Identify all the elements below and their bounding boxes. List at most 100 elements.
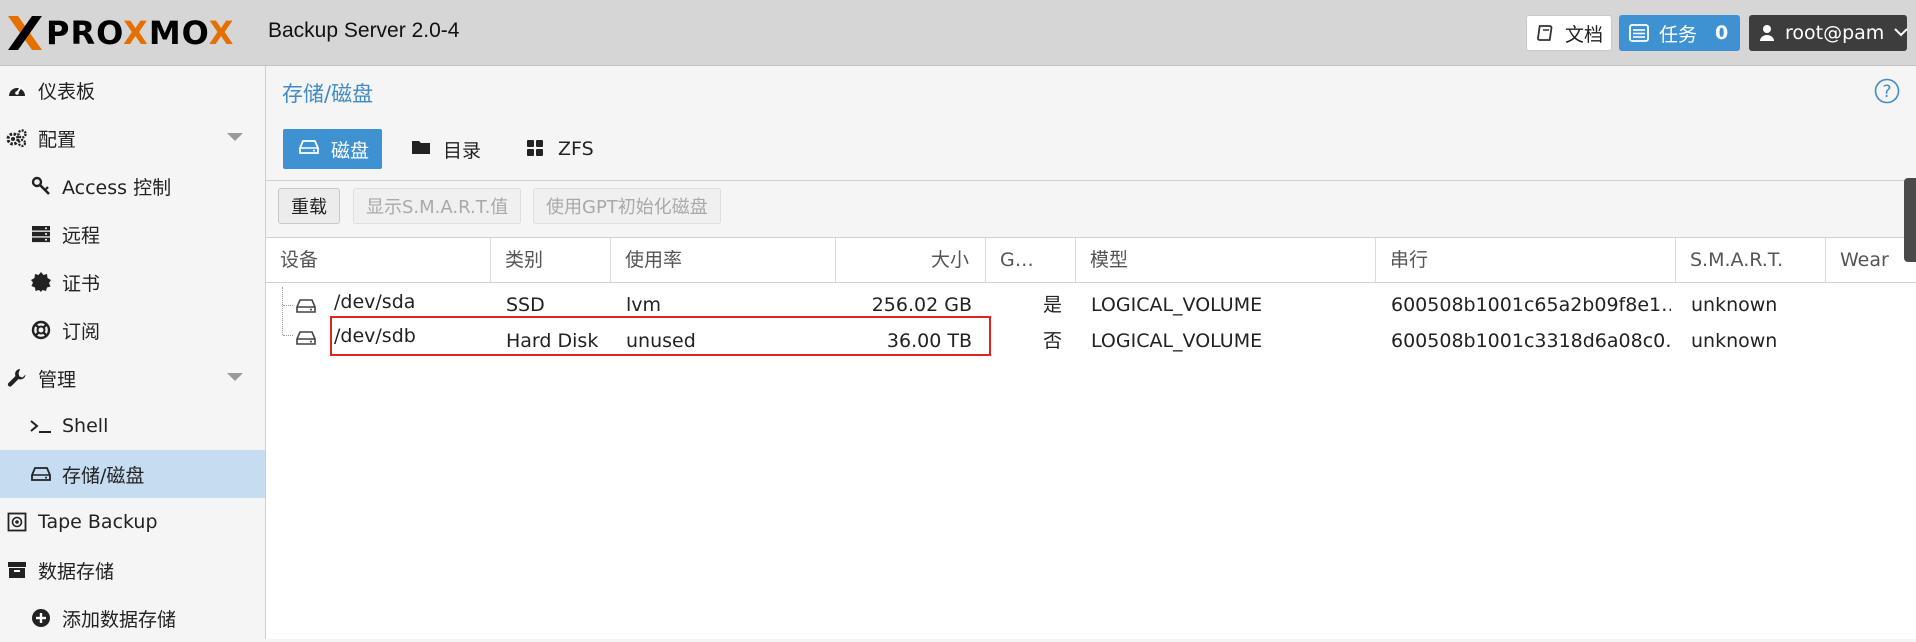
column-header-type[interactable]: 类别 xyxy=(491,238,611,282)
cell-device: /dev/sda xyxy=(334,291,416,313)
expand-arrow-icon[interactable] xyxy=(227,373,243,381)
product-version: Backup Server 2.0-4 xyxy=(268,19,460,42)
wrench-icon xyxy=(6,367,28,389)
column-header-usage[interactable]: 使用率 xyxy=(611,238,836,282)
sidebar-item-label: Access 控制 xyxy=(62,176,172,199)
column-header-size[interactable]: 大小 xyxy=(836,238,986,282)
dashboard-icon xyxy=(6,79,28,101)
top-bar: PROXMOX Backup Server 2.0-4 文档 任务 0 root… xyxy=(0,0,1916,66)
tape-icon xyxy=(6,511,28,533)
tasks-button[interactable]: 任务 0 xyxy=(1619,15,1740,51)
svg-text:?: ? xyxy=(1882,82,1891,102)
lifebuoy-icon xyxy=(30,319,52,341)
expand-arrow-icon[interactable] xyxy=(227,133,243,141)
sidebar-item-datastore[interactable]: 数据存储 xyxy=(0,546,265,594)
sidebar-item-tape-backup[interactable]: Tape Backup xyxy=(0,498,265,546)
toolbar: 重载 显示S.M.A.R.T.值 使用GPT初始化磁盘 xyxy=(266,181,1916,238)
sidebar-item-label: 仪表板 xyxy=(38,80,96,103)
folder-icon xyxy=(411,139,431,159)
cell-size: 256.02 GB xyxy=(871,294,972,316)
sidebar-item-administration[interactable]: 管理 xyxy=(0,354,265,402)
tab-directory[interactable]: 目录 xyxy=(399,129,499,169)
tree-connector xyxy=(283,305,293,306)
tree-connector xyxy=(283,335,293,336)
table-row[interactable]: /dev/sda SSD lvm 256.02 GB 是 LOGICAL_VOL… xyxy=(266,287,1916,323)
tasks-count-badge: 0 xyxy=(1715,22,1729,44)
cell-smart: unknown xyxy=(1691,294,1778,316)
show-smart-button[interactable]: 显示S.M.A.R.T.值 xyxy=(353,188,522,224)
hdd-icon xyxy=(296,329,316,351)
cell-model: LOGICAL_VOLUME xyxy=(1091,330,1263,352)
key-icon xyxy=(30,175,52,197)
cell-serial: 600508b1001c65a2b09f8e1… xyxy=(1391,294,1671,316)
disk-grid-body: /dev/sda SSD lvm 256.02 GB 是 LOGICAL_VOL… xyxy=(266,283,1916,639)
cell-usage: lvm xyxy=(626,294,662,316)
sidebar-item-remotes[interactable]: 远程 xyxy=(0,210,265,258)
side-scroll-handle[interactable] xyxy=(1904,178,1916,262)
docs-button[interactable]: 文档 xyxy=(1526,15,1612,51)
tasks-label: 任务 xyxy=(1659,23,1698,46)
hdd-icon xyxy=(296,297,316,319)
sidebar-item-dashboard[interactable]: 仪表板 xyxy=(0,66,265,114)
tab-label: 磁盘 xyxy=(331,139,370,162)
sidebar-item-label: 数据存储 xyxy=(38,560,115,583)
terminal-icon xyxy=(30,415,52,437)
sidebar-item-label: 配置 xyxy=(38,128,77,151)
main-panel: 存储/磁盘 ? 磁盘 目录 ZFS 重载 显示S.M.A.R.T.值 使用GPT… xyxy=(266,66,1916,639)
tab-label: 目录 xyxy=(443,139,482,162)
sidebar-item-storage-disks[interactable]: 存储/磁盘 xyxy=(0,450,265,498)
sidebar-item-label: 添加数据存储 xyxy=(62,608,177,631)
sidebar-item-label: 证书 xyxy=(62,272,101,295)
page-title: 存储/磁盘 xyxy=(282,82,374,106)
disk-grid-header: 设备 类别 使用率 大小 G… 模型 串行 S.M.A.R.T. Wear xyxy=(266,238,1916,283)
hdd-icon xyxy=(30,463,52,485)
navigation-sidebar: 仪表板 配置 Access 控制 远程 证书 订阅 管理 Shell 存储/磁盘… xyxy=(0,66,266,639)
sidebar-item-label: 管理 xyxy=(38,368,77,391)
cell-model: LOGICAL_VOLUME xyxy=(1091,294,1263,316)
help-icon[interactable]: ? xyxy=(1874,78,1900,104)
column-header-model[interactable]: 模型 xyxy=(1076,238,1376,282)
server-icon xyxy=(30,223,52,245)
sidebar-item-add-datastore[interactable]: 添加数据存储 xyxy=(0,594,265,642)
plus-circle-icon xyxy=(30,607,52,629)
sidebar-item-certificates[interactable]: 证书 xyxy=(0,258,265,306)
column-header-gpt[interactable]: G… xyxy=(986,238,1076,282)
user-icon xyxy=(1759,24,1775,42)
gears-icon xyxy=(6,127,28,149)
cell-gpt: 否 xyxy=(1042,330,1062,352)
sidebar-item-configuration[interactable]: 配置 xyxy=(0,114,265,162)
table-row[interactable]: /dev/sdb Hard Disk unused 36.00 TB 否 LOG… xyxy=(266,323,1916,359)
certificate-icon xyxy=(30,271,52,293)
sidebar-item-label: 远程 xyxy=(62,224,101,247)
tab-bar: 磁盘 目录 ZFS xyxy=(266,118,1916,181)
cell-smart: unknown xyxy=(1691,330,1778,352)
column-header-device[interactable]: 设备 xyxy=(266,238,491,282)
th-large-icon xyxy=(526,139,546,159)
sidebar-item-access-control[interactable]: Access 控制 xyxy=(0,162,265,210)
sidebar-item-label: Tape Backup xyxy=(38,511,158,533)
book-icon xyxy=(1537,24,1555,42)
tab-label: ZFS xyxy=(558,138,594,160)
column-header-wearout[interactable]: Wear xyxy=(1826,238,1916,282)
chevron-down-icon xyxy=(1894,25,1909,41)
cell-gpt: 是 xyxy=(1042,294,1062,316)
sidebar-item-label: Shell xyxy=(62,415,109,437)
proxmox-logo: PROXMOX xyxy=(6,14,234,52)
reload-button[interactable]: 重载 xyxy=(278,188,340,224)
tab-zfs[interactable]: ZFS xyxy=(514,129,614,169)
panel-header: 存储/磁盘 ? xyxy=(266,66,1916,118)
hdd-icon xyxy=(299,139,319,159)
user-menu-button[interactable]: root@pam xyxy=(1749,15,1909,51)
initialize-gpt-button[interactable]: 使用GPT初始化磁盘 xyxy=(533,188,721,224)
archive-icon xyxy=(6,559,28,581)
column-header-serial[interactable]: 串行 xyxy=(1376,238,1676,282)
cell-type: SSD xyxy=(506,294,545,316)
tab-disks[interactable]: 磁盘 xyxy=(283,129,382,169)
user-label: root@pam xyxy=(1785,22,1885,44)
sidebar-item-subscription[interactable]: 订阅 xyxy=(0,306,265,354)
column-header-smart[interactable]: S.M.A.R.T. xyxy=(1676,238,1826,282)
cell-type: Hard Disk xyxy=(506,330,599,352)
sidebar-item-shell[interactable]: Shell xyxy=(0,402,265,450)
docs-label: 文档 xyxy=(1565,23,1604,46)
cell-usage: unused xyxy=(626,330,696,352)
